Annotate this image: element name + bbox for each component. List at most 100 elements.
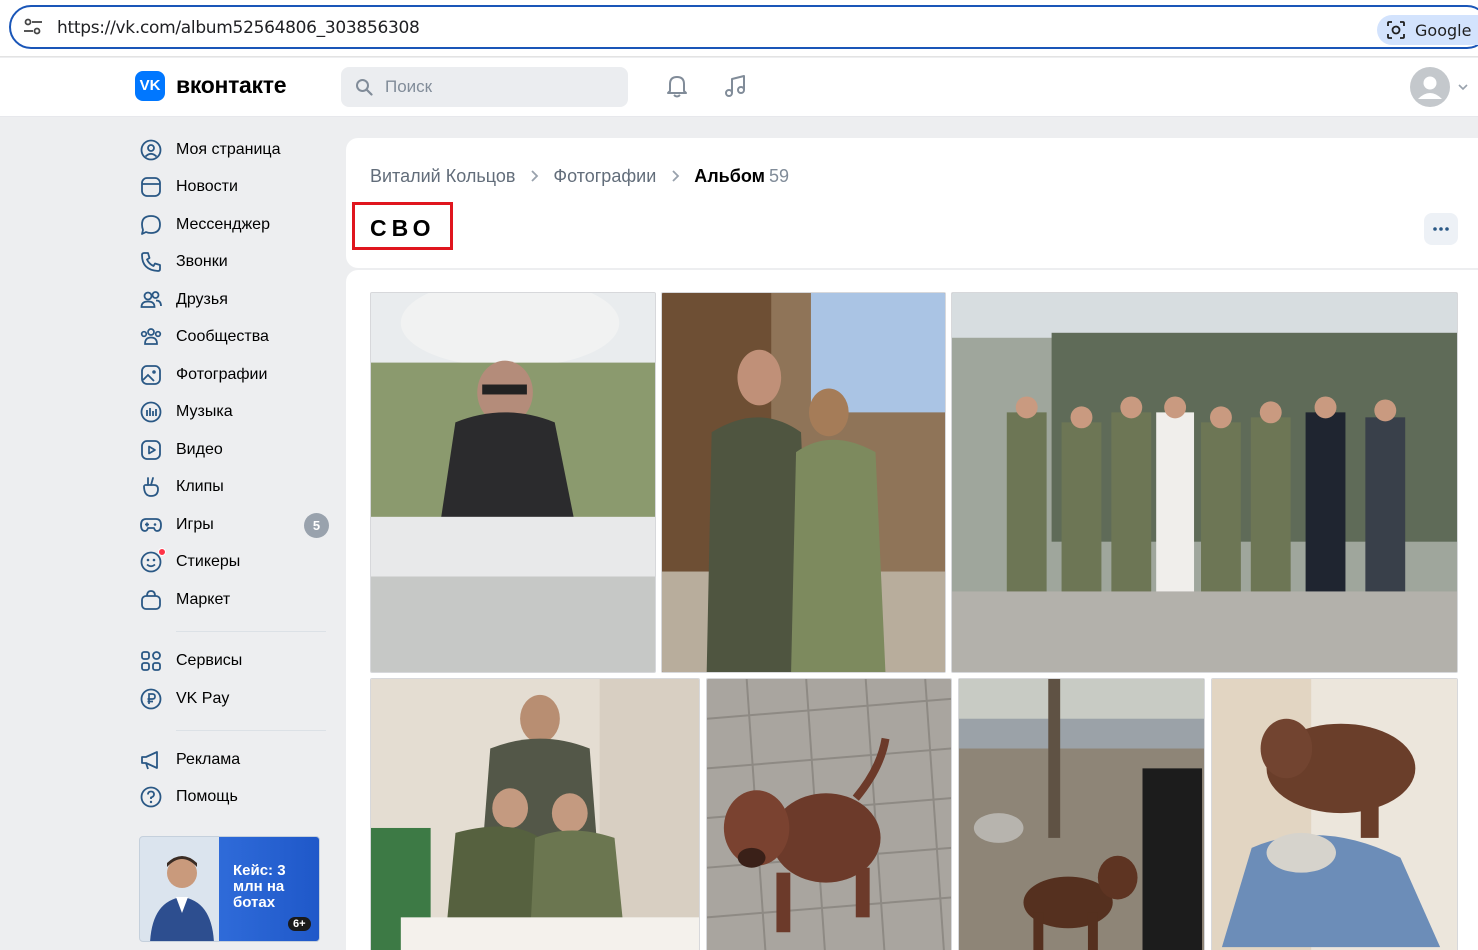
photo-icon (141, 365, 161, 385)
sidebar-item-label: Музыка (176, 403, 233, 420)
google-lens-button[interactable]: Google Lens (1377, 15, 1478, 45)
vk-brand-name[interactable]: вконтакте (176, 72, 287, 99)
sidebar-item-games[interactable]: Игры 5 (135, 507, 330, 543)
sidebar-item-label: Помощь (176, 788, 238, 805)
promo-text: Кейс: 3 млн на ботах (233, 862, 286, 911)
photo-image (371, 679, 699, 950)
sidebar-item-ads[interactable]: Реклама (135, 742, 330, 778)
photo-thumbnail[interactable] (370, 292, 656, 673)
breadcrumb-owner-link[interactable]: Виталий Кольцов (370, 166, 515, 186)
sidebar-item-photos[interactable]: Фотографии (135, 357, 330, 393)
megaphone-icon (141, 751, 158, 770)
sidebar-item-label: Моя страница (176, 141, 281, 158)
ruble-coin-icon (140, 688, 162, 710)
sidebar-item-news[interactable]: Новости (135, 169, 330, 205)
phone-icon (141, 252, 161, 272)
sidebar-item-stickers[interactable]: Стикеры (135, 544, 330, 580)
lens-camera-icon (1387, 21, 1405, 39)
sidebar-item-market[interactable]: Маркет (135, 582, 330, 618)
address-bar[interactable]: https://vk.com/album52564806_303856308 G… (9, 5, 1478, 49)
games-count-badge: 5 (304, 513, 329, 538)
sidebar-item-label: Новости (176, 178, 238, 195)
promo-age-badge: 6+ (288, 917, 311, 931)
chevron-right-icon (672, 170, 680, 182)
sidebar-separator (176, 730, 326, 731)
photo-image (1212, 679, 1457, 950)
promo-person-image (150, 856, 214, 941)
sidebar-item-video[interactable]: Видео (135, 432, 330, 468)
album-title: СВО (370, 215, 436, 241)
default-avatar-icon (1418, 76, 1442, 99)
new-stickers-dot (158, 548, 166, 556)
sidebar-item-label: VK Pay (176, 690, 230, 707)
sidebar-item-label: Сервисы (176, 652, 243, 669)
sidebar-item-label: Видео (176, 441, 223, 458)
url-text[interactable]: https://vk.com/album52564806_303856308 (57, 18, 420, 38)
sidebar-item-services[interactable]: Сервисы (135, 643, 330, 679)
sidebar-item-friends[interactable]: Друзья (135, 282, 330, 318)
sidebar-separator (176, 631, 326, 632)
search-input[interactable] (385, 67, 615, 107)
market-bag-icon (141, 590, 161, 610)
avatar[interactable] (1410, 67, 1450, 107)
more-options-button[interactable] (1424, 213, 1458, 245)
sidebar-item-communities[interactable]: Сообщества (135, 319, 330, 355)
services-grid-icon (141, 651, 161, 671)
photo-thumbnail[interactable] (958, 678, 1205, 950)
photo-thumbnail[interactable] (1211, 678, 1458, 950)
sidebar-item-label: Звонки (176, 253, 228, 270)
breadcrumb: Виталий Кольцов Фотографии Альбом 59 (370, 166, 789, 187)
clips-icon (143, 477, 159, 497)
music-bars-icon (140, 401, 162, 423)
sidebar-item-my-page[interactable]: Моя страница (135, 132, 330, 168)
gamepad-icon (140, 518, 162, 532)
more-dots-icon (1433, 227, 1449, 231)
photo-image (707, 679, 951, 950)
vk-logo-text: VK (139, 77, 161, 94)
vk-logo[interactable]: VK (135, 71, 165, 101)
user-circle-icon (140, 139, 162, 161)
photo-thumbnail[interactable] (661, 292, 946, 673)
sidebar-item-label: Друзья (176, 291, 228, 308)
sidebar-item-calls[interactable]: Звонки (135, 244, 330, 280)
photo-count: 59 (768, 166, 789, 186)
breadcrumb-photos-link[interactable]: Фотографии (553, 166, 656, 186)
message-bubble-icon (141, 215, 161, 235)
album-header-card: Виталий Кольцов Фотографии Альбом 59 СВО (346, 138, 1478, 268)
search-box[interactable] (341, 67, 628, 107)
album-title-highlight: СВО (352, 202, 453, 250)
sidebar-item-label: Сообщества (176, 328, 269, 345)
sidebar-item-label: Реклама (176, 751, 241, 768)
sidebar-item-music[interactable]: Музыка (135, 394, 330, 430)
photo-grid (346, 270, 1478, 950)
sidebar-item-label: Игры (176, 516, 214, 533)
photo-image (959, 679, 1204, 950)
site-settings-icon[interactable] (23, 18, 43, 36)
sidebar-item-clips[interactable]: Клипы (135, 469, 330, 505)
sidebar-item-help[interactable]: Помощь (135, 779, 330, 815)
help-icon (140, 786, 162, 808)
chevron-right-icon (531, 170, 539, 182)
sidebar-item-messenger[interactable]: Мессенджер (135, 207, 330, 243)
music-note-icon[interactable] (722, 72, 750, 100)
search-icon (356, 79, 373, 96)
news-icon (141, 177, 161, 197)
photo-image (952, 293, 1457, 672)
photo-thumbnail[interactable] (706, 678, 952, 950)
bell-icon[interactable] (663, 72, 691, 100)
google-lens-label: Google Lens (1415, 21, 1478, 40)
communities-icon (140, 328, 162, 345)
photo-thumbnail[interactable] (370, 678, 700, 950)
sidebar-item-label: Мессенджер (176, 216, 270, 233)
sidebar-item-vk-pay[interactable]: VK Pay (135, 681, 330, 717)
photo-thumbnail[interactable] (951, 292, 1458, 673)
sidebar-item-label: Фотографии (176, 366, 268, 383)
photo-image (662, 293, 945, 672)
chevron-down-icon[interactable] (1457, 82, 1469, 92)
video-icon (141, 440, 161, 460)
photo-image (371, 293, 655, 672)
friends-icon (140, 291, 162, 308)
vk-header: VK вконтакте (0, 58, 1478, 117)
promo-banner[interactable]: Кейс: 3 млн на ботах 6+ (139, 836, 320, 942)
browser-toolbar: https://vk.com/album52564806_303856308 G… (0, 0, 1478, 57)
